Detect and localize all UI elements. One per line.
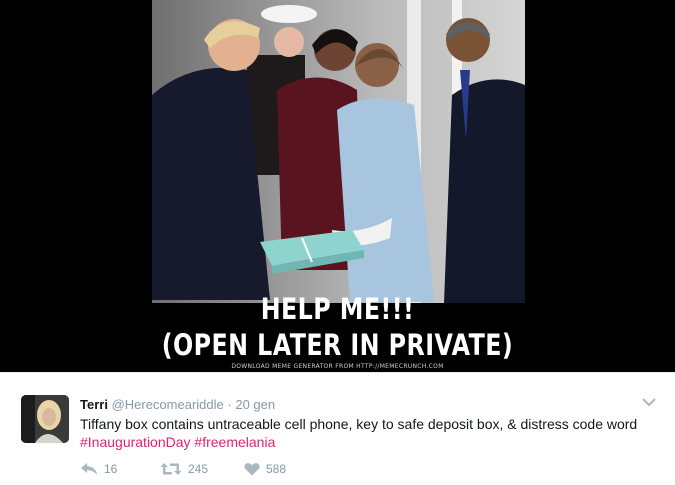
meme-photo — [152, 0, 525, 303]
chevron-down-icon[interactable] — [641, 395, 657, 409]
avatar[interactable] — [21, 395, 69, 443]
meme-caption-line1: HELP ME!!! — [260, 292, 415, 326]
like-count: 588 — [266, 462, 287, 476]
hashtag-link[interactable]: #InaugurationDay — [80, 434, 191, 450]
heart-icon — [244, 462, 260, 476]
tweet-header: Terri @Herecomeariddle · 20 gen — [80, 397, 275, 412]
reply-button[interactable]: 16 — [80, 462, 160, 476]
tweet-hashtags: #InaugurationDay #freemelania — [80, 433, 275, 451]
display-name[interactable]: Terri — [80, 397, 108, 412]
tweet-actions: 16 245 588 — [80, 461, 324, 477]
retweet-icon — [160, 462, 182, 476]
timestamp[interactable]: 20 gen — [235, 397, 275, 412]
reply-icon — [80, 462, 98, 476]
retweet-button[interactable]: 245 — [160, 462, 244, 476]
meme-credit: DOWNLOAD MEME GENERATOR FROM HTTP://MEME… — [231, 363, 444, 370]
tweet-media[interactable]: HELP ME!!! (OPEN LATER IN PRIVATE) DOWNL… — [0, 0, 675, 372]
user-handle[interactable]: @Herecomeariddle — [112, 397, 224, 412]
retweet-count: 245 — [188, 462, 209, 476]
tweet: Terri @Herecomeariddle · 20 gen Tiffany … — [0, 372, 675, 485]
like-button[interactable]: 588 — [244, 462, 324, 476]
reply-count: 16 — [104, 462, 118, 476]
header-separator: · — [227, 397, 232, 412]
meme-caption-line2: (OPEN LATER IN PRIVATE) — [161, 328, 514, 362]
hashtag-link[interactable]: #freemelania — [194, 434, 275, 450]
tweet-text: Tiffany box contains untraceable cell ph… — [80, 416, 638, 432]
